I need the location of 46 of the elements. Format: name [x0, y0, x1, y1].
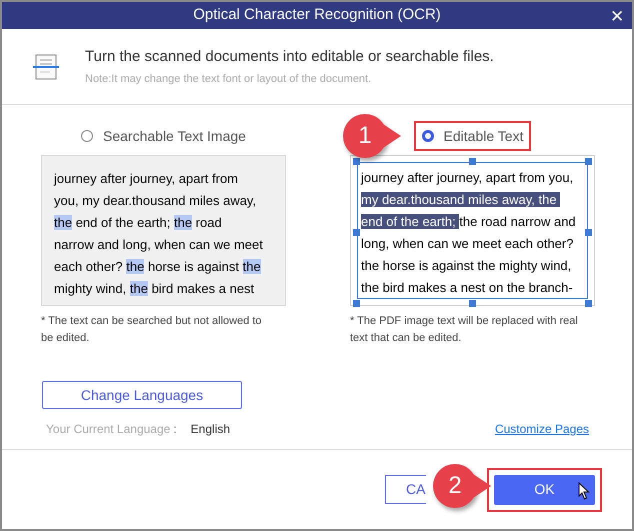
preview-text: road	[194, 215, 222, 230]
resize-handle[interactable]	[353, 229, 360, 236]
preview-text: the	[174, 215, 192, 230]
resize-handle[interactable]	[585, 158, 592, 165]
language-label: Your Current Language	[46, 421, 170, 438]
radio-option[interactable]: Editable Text	[414, 121, 532, 151]
document-scan-icon	[33, 54, 59, 80]
cancel-button[interactable]: CA	[385, 475, 426, 504]
language-value: English	[190, 421, 230, 438]
preview-text: my dear.thousand miles away, the	[361, 192, 560, 207]
language-separator: :	[173, 421, 177, 438]
resize-handle[interactable]	[469, 300, 476, 307]
resize-handle[interactable]	[585, 300, 592, 307]
customize-pages-link[interactable]: Customize Pages	[494, 420, 589, 438]
ok-button[interactable]: OK	[494, 474, 595, 504]
preview-text: bird makes a nest	[150, 281, 254, 296]
resize-handle[interactable]	[469, 158, 476, 165]
preview-text: the	[54, 215, 72, 230]
change-languages-button[interactable]: Change Languages	[42, 381, 242, 409]
preview-text: mighty wind,	[54, 281, 128, 296]
option-note: * The text can be searched but not allowed to be edited.	[41, 314, 263, 346]
preview-text: journey after journey, apart from	[54, 171, 238, 186]
preview-text: the	[130, 281, 148, 296]
note: Note:It may change the text font or layout of the document.	[85, 72, 372, 87]
preview-text: narrow and long, when can we meet	[54, 237, 263, 252]
resize-handle[interactable]	[353, 300, 360, 307]
resize-handle[interactable]	[585, 229, 592, 236]
option-note: * The PDF image text will be replaced with real text that can be edited.	[350, 314, 579, 346]
preview-text: the bird makes a nest on the branch-	[361, 280, 573, 295]
preview-text: the road narrow and	[459, 214, 576, 229]
preview-text: the	[242, 259, 261, 274]
preview-text: end of the earth;	[361, 214, 460, 229]
close-button[interactable]: ✕	[610, 4, 624, 30]
preview-text: horse is against	[146, 259, 240, 274]
window-title: Optical Character Recognition (OCR)	[193, 5, 441, 26]
radio-option[interactable]: Searchable Text Image	[75, 121, 252, 151]
preview-text: the	[126, 259, 144, 274]
preview-text: you, my dear.thousand miles away,	[54, 193, 256, 208]
preview-text: end of the earth;	[74, 215, 172, 230]
resize-handle[interactable]	[353, 158, 360, 165]
heading: Turn the scanned documents into editable or searchable files.	[85, 46, 494, 66]
preview-text: each other?	[54, 259, 124, 274]
preview-text: the horse is against the mighty wind,	[361, 258, 572, 273]
preview-text: journey after journey, apart from you,	[361, 170, 574, 185]
mouse-pointer-icon	[578, 482, 590, 500]
preview-text: long, when can we meet each other?	[361, 236, 574, 251]
